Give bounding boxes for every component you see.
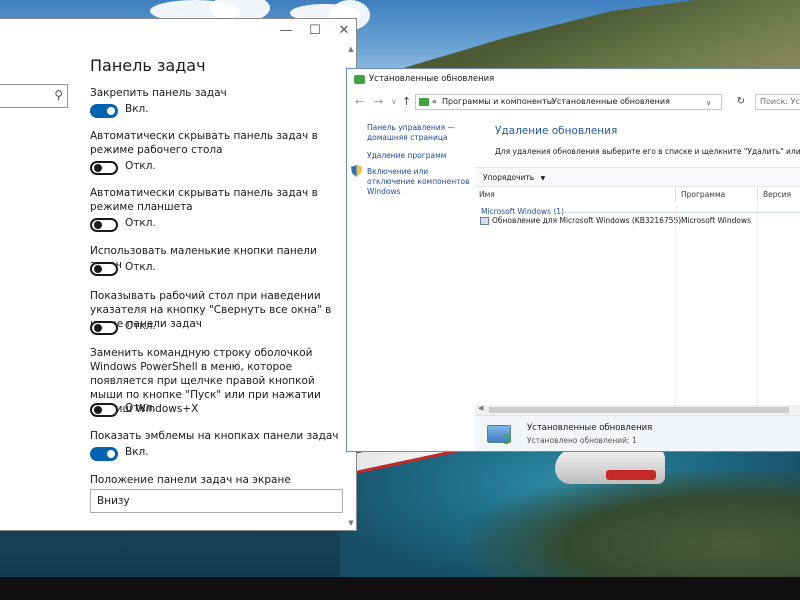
table-row-program[interactable]: Microsoft Windows: [681, 216, 751, 225]
search-placeholder: Поиск: Уста: [760, 97, 800, 106]
small-buttons-toggle[interactable]: [90, 262, 118, 276]
scroll-down-icon[interactable]: ▼: [347, 519, 355, 527]
toggle-state-label: Откл.: [125, 320, 156, 332]
window-titlebar[interactable]: Установленные обновления: [347, 69, 800, 91]
option-label: Закрепить панель задач: [90, 87, 227, 99]
table-row-name[interactable]: Обновление для Microsoft Windows (KB3216…: [492, 216, 681, 225]
command-toolbar: Упорядочить ▼: [475, 167, 800, 187]
organize-label: Упорядочить: [483, 173, 535, 182]
chevron-down-icon: ▼: [540, 175, 546, 182]
toggle-state-label: Вкл.: [125, 446, 149, 458]
close-button[interactable]: ✕: [333, 21, 355, 41]
powershell-toggle[interactable]: [90, 403, 118, 417]
toggle-state-label: Вкл.: [125, 103, 149, 115]
address-bar[interactable]: « Программы и компоненты › Установленные…: [415, 94, 722, 110]
installed-updates-window: Установленные обновления ← → ∨ ↑ « Прогр…: [346, 68, 800, 452]
taskbar-position-dropdown[interactable]: Внизу: [90, 489, 343, 513]
scrollbar-thumb[interactable]: [489, 407, 789, 413]
breadcrumb-programs[interactable]: Программы и компоненты: [442, 97, 553, 106]
scroll-up-icon[interactable]: ▲: [347, 45, 355, 53]
scroll-left-icon[interactable]: ◀: [478, 404, 483, 412]
option-label: Автоматически скрывать панель задач в ре…: [90, 187, 318, 213]
details-count: Установлено обновлений: 1: [527, 436, 637, 445]
option-label: Положение панели задач на экране: [90, 474, 291, 486]
update-icon: [480, 217, 489, 225]
peek-desktop-toggle[interactable]: [90, 321, 118, 335]
minimize-button[interactable]: —: [275, 21, 297, 41]
settings-titlebar[interactable]: — ☐ ✕: [0, 19, 356, 45]
autohide-desktop-toggle[interactable]: [90, 161, 118, 175]
search-input[interactable]: Поиск: Уста: [755, 94, 800, 110]
recent-dropdown-icon[interactable]: ∨: [391, 97, 397, 106]
column-header-program[interactable]: Программа: [681, 190, 725, 199]
back-arrow-icon[interactable]: ←: [355, 95, 364, 108]
refresh-icon[interactable]: ↻: [733, 94, 749, 110]
details-pane: Установленные обновления Установлено обн…: [475, 415, 800, 451]
toggle-state-label: Откл.: [125, 402, 156, 414]
option-powershell: Заменить командную строку оболочкой Wind…: [90, 346, 345, 417]
badges-toggle[interactable]: [90, 447, 118, 461]
toggle-state-label: Откл.: [125, 261, 156, 273]
forward-arrow-icon[interactable]: →: [374, 95, 383, 108]
page-title: Панель задач: [90, 56, 206, 75]
page-heading: Удаление обновления: [495, 125, 618, 137]
details-title: Установленные обновления: [527, 423, 653, 433]
settings-window: — ☐ ✕ ⚲ Панель задач Закрепить панель за…: [0, 18, 357, 531]
up-arrow-icon[interactable]: ↑: [402, 95, 411, 108]
option-label: Автоматически скрывать панель задач в ре…: [90, 130, 318, 156]
dropdown-value: Внизу: [97, 495, 130, 507]
option-label: Показать эмблемы на кнопках панели задач: [90, 430, 339, 442]
control-panel-home-link[interactable]: Панель управления — домашняя страница: [367, 123, 467, 143]
address-dropdown-icon[interactable]: ∨: [706, 99, 711, 107]
window-title: Установленные обновления: [369, 74, 495, 84]
option-small-buttons: Использовать маленькие кнопки панели зад…: [90, 244, 345, 276]
navigation-bar: ← → ∨ ↑ « Программы и компоненты › Устан…: [347, 92, 800, 112]
toggle-state-label: Откл.: [125, 217, 156, 229]
control-panel-icon: [419, 98, 429, 106]
refresh-arrow-icon: [501, 434, 511, 444]
toggle-state-label: Откл.: [125, 160, 156, 172]
installed-updates-icon: [354, 75, 365, 84]
page-description: Для удаления обновления выберите его в с…: [495, 147, 800, 156]
maximize-button[interactable]: ☐: [304, 21, 326, 41]
windows-features-link[interactable]: Включение или отключение компонентов Win…: [367, 167, 477, 197]
lock-taskbar-toggle[interactable]: [90, 104, 118, 118]
option-position: Положение панели задач на экране: [90, 473, 345, 487]
breadcrumb-updates[interactable]: Установленные обновления: [552, 97, 670, 106]
horizontal-scrollbar[interactable]: ◀: [475, 404, 800, 415]
option-lock-taskbar: Закрепить панель задач Вкл.: [90, 86, 345, 118]
column-header-version[interactable]: Версия: [763, 190, 791, 199]
option-autohide-tablet: Автоматически скрывать панель задач в ре…: [90, 186, 345, 232]
autohide-tablet-toggle[interactable]: [90, 218, 118, 232]
column-header-name[interactable]: Имя: [479, 190, 495, 199]
uninstall-programs-link[interactable]: Удаление программ: [367, 151, 446, 161]
search-icon[interactable]: ⚲: [54, 88, 63, 102]
breadcrumb-separator-icon: ›: [543, 97, 547, 106]
option-peek-desktop: Показывать рабочий стол при наведении ук…: [90, 289, 345, 335]
settings-search-input[interactable]: ⚲: [0, 84, 68, 108]
option-badges: Показать эмблемы на кнопках панели задач…: [90, 429, 345, 461]
taskbar[interactable]: [0, 577, 800, 600]
option-autohide-desktop: Автоматически скрывать панель задач в ре…: [90, 129, 345, 175]
group-header[interactable]: Microsoft Windows (1): [481, 207, 564, 216]
organize-button[interactable]: Упорядочить ▼: [483, 173, 545, 182]
shield-icon: [351, 165, 362, 177]
breadcrumb-overflow[interactable]: «: [432, 97, 437, 106]
